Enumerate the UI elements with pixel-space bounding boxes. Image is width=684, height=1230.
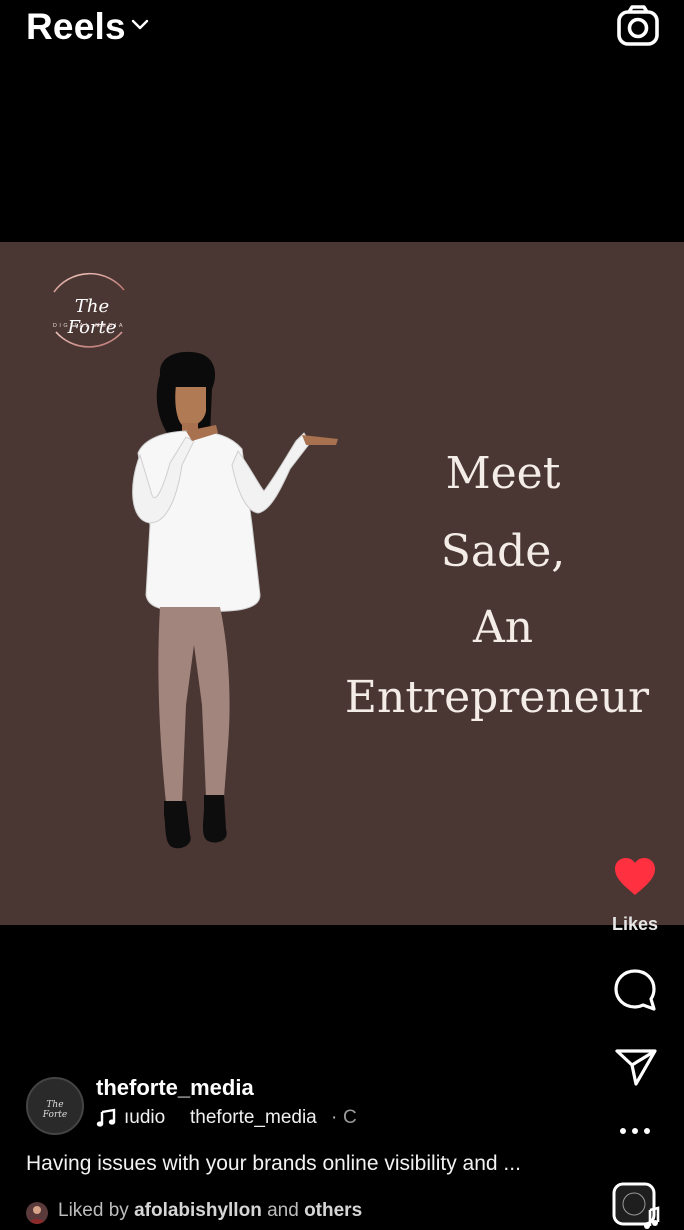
liked-user[interactable]: afolabishyllon [134, 1200, 262, 1221]
comment-icon[interactable] [613, 968, 657, 1012]
chevron-down-icon[interactable] [130, 16, 150, 32]
music-note-icon [96, 1108, 116, 1127]
liked-others[interactable]: others [304, 1200, 362, 1221]
heart-icon[interactable] [613, 857, 657, 897]
headline-line-3: An [472, 602, 534, 653]
likes-count-label[interactable]: Likes [600, 914, 670, 935]
logo-script-text: The Forte [67, 296, 117, 338]
audio-separator: · [331, 1107, 338, 1128]
audio-owner[interactable]: theforte_media [190, 1107, 317, 1129]
audio-trailing-text: C [343, 1107, 357, 1128]
headline-line-4: Entrepreneur [344, 672, 650, 723]
audio-label[interactable]: ıudio [124, 1107, 165, 1129]
share-icon[interactable] [614, 1047, 658, 1087]
person-icon [29, 1206, 45, 1224]
liked-and: and [267, 1200, 299, 1221]
liked-prefix: Liked by [58, 1200, 129, 1221]
audio-thumbnail[interactable] [612, 1182, 660, 1230]
headline-line-1: Meet [445, 448, 561, 499]
liker-avatar[interactable] [26, 1202, 48, 1224]
camera-icon[interactable] [615, 4, 661, 48]
post-caption[interactable]: Having issues with your brands online vi… [26, 1152, 521, 1176]
avatar-logo-text: The Forte [42, 1100, 68, 1120]
logo-subtitle: DIGITAL MEDIA [52, 323, 126, 329]
headline-line-2: Sade, [440, 526, 566, 577]
more-options-icon[interactable] [618, 1122, 652, 1140]
woman-illustration [132, 351, 338, 849]
reels-title[interactable]: Reels [26, 6, 126, 48]
liked-by-line[interactable]: Liked by afolabishyllon and others [58, 1200, 362, 1222]
username[interactable]: theforte_media [96, 1075, 254, 1101]
